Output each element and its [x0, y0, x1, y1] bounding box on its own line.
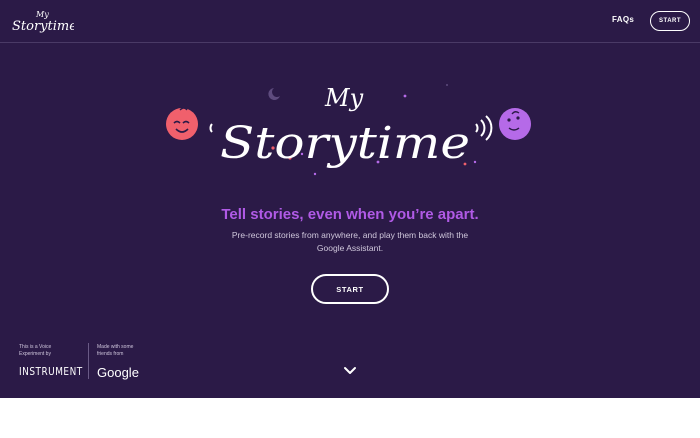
- coral-face-icon: [166, 107, 198, 140]
- top-navigation-bar: My Storytime FAQs START: [0, 0, 700, 43]
- chevron-down-icon[interactable]: [343, 366, 357, 376]
- my-storytime-logo[interactable]: My Storytime: [10, 8, 74, 36]
- svg-text:Storytime: Storytime: [12, 19, 74, 34]
- lavender-face-icon: [499, 108, 531, 140]
- tagline: Tell stories, even when you’re apart.: [221, 206, 479, 223]
- hero-logo-my: My: [324, 84, 364, 112]
- hero-logo-storytime: Storytime: [220, 118, 470, 169]
- hero-section: My Storytime FAQs START My Storytime Tel…: [0, 0, 700, 398]
- header-start-button[interactable]: START: [650, 11, 690, 31]
- google-logo[interactable]: Google: [97, 365, 139, 380]
- credits-divider: [88, 343, 89, 379]
- subtitle: Pre-record stories from anywhere, and pl…: [231, 230, 469, 253]
- moon-icon: [268, 88, 280, 100]
- faqs-link[interactable]: FAQs: [612, 15, 634, 24]
- svg-text:My: My: [35, 10, 49, 19]
- instrument-logo[interactable]: INSTRUMENT: [19, 366, 83, 378]
- made-with-label: Made with some friends from: [97, 344, 134, 357]
- hero-illustration: My Storytime: [166, 84, 531, 176]
- hero-start-button[interactable]: START: [311, 274, 389, 304]
- voice-experiment-label: This is a Voice Experiment by: [19, 344, 52, 357]
